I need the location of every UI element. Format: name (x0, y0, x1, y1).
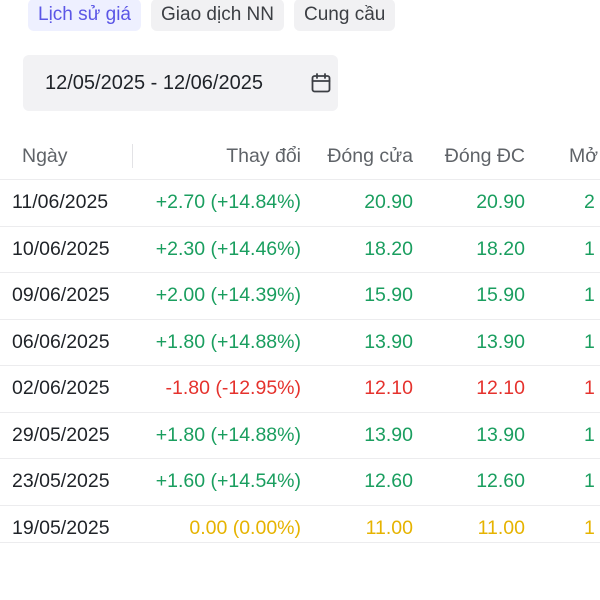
cell-date: 23/05/2025 (12, 470, 110, 493)
cell-close: 13.90 (364, 330, 413, 353)
cell-adjusted-close: 13.90 (476, 330, 525, 353)
cell-open: 1 (584, 470, 595, 493)
table-bottom-border (0, 542, 600, 543)
header-close[interactable]: Đóng cửa (327, 134, 413, 179)
cell-adjusted-close: 13.90 (476, 423, 525, 446)
table-row[interactable]: 10/06/2025 +2.30 (+14.46%) 18.20 18.20 1 (0, 225, 600, 273)
cell-close: 12.10 (364, 377, 413, 400)
cell-open: 2 (584, 191, 595, 214)
cell-change: +2.00 (+14.39%) (155, 284, 301, 307)
cell-date: 29/05/2025 (12, 423, 110, 446)
cell-close: 11.00 (365, 516, 413, 539)
cell-close: 15.90 (364, 284, 413, 307)
cell-change: +2.70 (+14.84%) (155, 191, 301, 214)
cell-date: 09/06/2025 (12, 284, 110, 307)
header-adjusted-close[interactable]: Đóng ĐC (445, 134, 525, 179)
cell-adjusted-close: 15.90 (476, 284, 525, 307)
table-row[interactable]: 19/05/2025 0.00 (0.00%) 11.00 11.00 1 (0, 504, 600, 552)
cell-date: 10/06/2025 (12, 237, 110, 260)
header-open[interactable]: Mở (569, 134, 598, 179)
cell-change: -1.80 (-12.95%) (165, 377, 301, 400)
cell-change: +2.30 (+14.46%) (155, 237, 301, 260)
cell-change: +1.80 (+14.88%) (155, 330, 301, 353)
table-body: 11/06/2025 +2.70 (+14.84%) 20.90 20.90 2 10/0… (0, 179, 600, 551)
table-row[interactable]: 23/05/2025 +1.60 (+14.54%) 12.60 12.60 1 (0, 458, 600, 505)
cell-open: 1 (584, 423, 595, 446)
cell-adjusted-close: 20.90 (476, 191, 525, 214)
price-history-table: Ngày Thay đổi Đóng cửa Đóng ĐC Mở 11/06/… (0, 134, 600, 551)
table-row[interactable]: 09/06/2025 +2.00 (+14.39%) 15.90 15.90 1 (0, 272, 600, 319)
tab-bar: Lịch sử giá Giao dịch NN Cung cầu (28, 0, 396, 32)
table-row[interactable]: 06/06/2025 +1.80 (+14.88%) 13.90 13.90 1 (0, 318, 600, 366)
cell-date: 06/06/2025 (12, 330, 110, 353)
cell-change: +1.60 (+14.54%) (155, 470, 301, 493)
header-change[interactable]: Thay đổi (226, 134, 301, 179)
calendar-icon[interactable] (309, 71, 333, 95)
cell-close: 20.90 (364, 191, 413, 214)
cell-date: 02/06/2025 (12, 377, 110, 400)
cell-date: 19/05/2025 (12, 516, 110, 539)
tab-price-history[interactable]: Lịch sử giá (28, 0, 141, 31)
header-divider (132, 144, 133, 168)
cell-open: 1 (584, 284, 595, 307)
date-range-picker[interactable]: 12/05/2025 - 12/06/2025 (23, 55, 338, 111)
cell-open: 1 (584, 237, 595, 260)
cell-adjusted-close: 11.00 (477, 516, 525, 539)
cell-close: 18.20 (364, 237, 413, 260)
table-row[interactable]: 29/05/2025 +1.80 (+14.88%) 13.90 13.90 1 (0, 411, 600, 459)
cell-close: 13.90 (364, 423, 413, 446)
cell-close: 12.60 (364, 470, 413, 493)
cell-date: 11/06/2025 (12, 191, 109, 214)
cell-open: 1 (584, 516, 595, 539)
table-row[interactable]: 11/06/2025 +2.70 (+14.84%) 20.90 20.90 2 (0, 179, 600, 226)
cell-adjusted-close: 12.60 (476, 470, 525, 493)
cell-change: +1.80 (+14.88%) (155, 423, 301, 446)
cell-open: 1 (584, 377, 595, 400)
tab-supply-demand[interactable]: Cung cầu (294, 0, 396, 31)
cell-open: 1 (584, 330, 595, 353)
cell-adjusted-close: 12.10 (476, 377, 525, 400)
table-row[interactable]: 02/06/2025 -1.80 (-12.95%) 12.10 12.10 1 (0, 365, 600, 412)
date-range-value: 12/05/2025 - 12/06/2025 (45, 71, 263, 94)
header-date[interactable]: Ngày (22, 134, 68, 179)
cell-change: 0.00 (0.00%) (189, 516, 301, 539)
cell-adjusted-close: 18.20 (476, 237, 525, 260)
tab-foreign-trading[interactable]: Giao dịch NN (151, 0, 284, 31)
table-header: Ngày Thay đổi Đóng cửa Đóng ĐC Mở (0, 134, 600, 179)
